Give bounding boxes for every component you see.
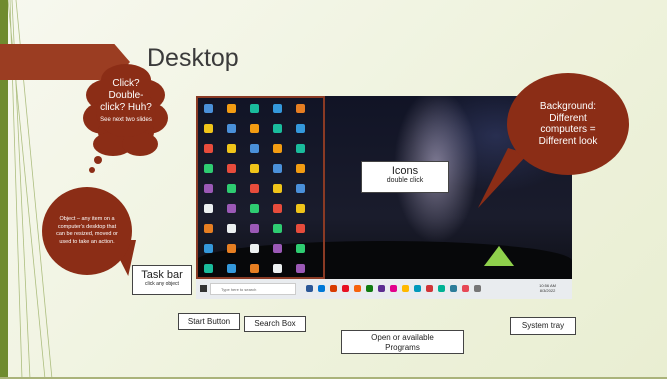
icons-callout-title: Icons xyxy=(391,165,419,177)
taskbar-app-icon[interactable] xyxy=(462,285,469,292)
taskbar-search-input[interactable]: Type here to search xyxy=(210,283,296,295)
taskbar-clock[interactable]: 10:56 AM 8/3/2022 xyxy=(539,283,556,293)
taskbar-app-icon[interactable] xyxy=(438,285,445,292)
taskbar-app-icon[interactable] xyxy=(366,285,373,292)
object-bubble-text: Object – any item on a computer's deskto… xyxy=(56,216,118,245)
taskbar-app-icon[interactable] xyxy=(354,285,361,292)
icons-highlight-box xyxy=(196,96,325,279)
start-button-callout: Start Button xyxy=(178,313,240,330)
taskbar-callout-title: Task bar xyxy=(141,269,183,281)
icons-callout: Icons double click xyxy=(361,161,449,193)
taskbar-app-icon[interactable] xyxy=(414,285,421,292)
click-cloud-subtext: See next two slides xyxy=(100,117,152,123)
taskbar-app-icon[interactable] xyxy=(342,285,349,292)
clock-date: 8/3/2022 xyxy=(539,288,556,293)
taskbar: Type here to search 10:56 AM 8/3/2022 xyxy=(196,279,572,299)
taskbar-app-icon[interactable] xyxy=(402,285,409,292)
icons-callout-sub: double click xyxy=(386,177,424,184)
taskbar-app-icon[interactable] xyxy=(426,285,433,292)
taskbar-app-icon[interactable] xyxy=(330,285,337,292)
search-box-callout: Search Box xyxy=(244,316,306,332)
taskbar-callout-sub: click any object xyxy=(145,281,179,287)
system-tray-callout: System tray xyxy=(510,317,576,335)
background-bubble-text: Background: Different computers = Differ… xyxy=(538,101,598,147)
taskbar-app-icon[interactable] xyxy=(378,285,385,292)
background-bubble: Background: Different computers = Differ… xyxy=(507,73,629,175)
click-cloud-text: Click? Double-click? Huh? xyxy=(100,78,152,113)
taskbar-app-icon[interactable] xyxy=(450,285,457,292)
taskbar-app-icon[interactable] xyxy=(306,285,313,292)
taskbar-app-icon[interactable] xyxy=(318,285,325,292)
windows-start-icon[interactable] xyxy=(200,285,207,292)
taskbar-app-icon[interactable] xyxy=(474,285,481,292)
slide: Desktop Type here to search 10:56 AM 8/3… xyxy=(0,0,667,379)
programs-callout: Open or available Programs xyxy=(341,330,464,354)
object-bubble: Object – any item on a computer's deskto… xyxy=(42,187,132,275)
click-cloud: Click? Double-click? Huh? See next two s… xyxy=(96,78,156,124)
taskbar-callout: Task bar click any object xyxy=(132,265,192,295)
taskbar-app-icon[interactable] xyxy=(390,285,397,292)
